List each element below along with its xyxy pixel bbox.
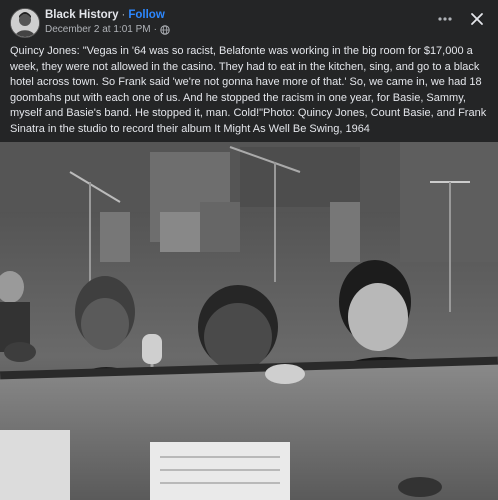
page-avatar[interactable] [10,8,40,38]
studio-photo-illustration [0,142,498,500]
post-caption: Quincy Jones: "Vegas in '64 was so racis… [10,45,490,135]
meta-separator: · [153,24,157,35]
post-timestamp[interactable]: December 2 at 1:01 PM [45,24,151,35]
post-photo[interactable] [0,142,498,500]
page-name[interactable]: Black History [45,9,119,21]
post-meta: December 2 at 1:01 PM · [45,24,170,35]
follow-button[interactable]: Follow [128,9,164,21]
post-header: Black History · Follow December 2 at 1:01 … [0,0,498,40]
close-icon[interactable] [468,10,486,28]
more-options-icon[interactable] [436,10,454,28]
page-name-line: Black History · Follow [45,9,165,21]
name-separator: · [121,9,126,21]
globe-icon [160,24,170,35]
